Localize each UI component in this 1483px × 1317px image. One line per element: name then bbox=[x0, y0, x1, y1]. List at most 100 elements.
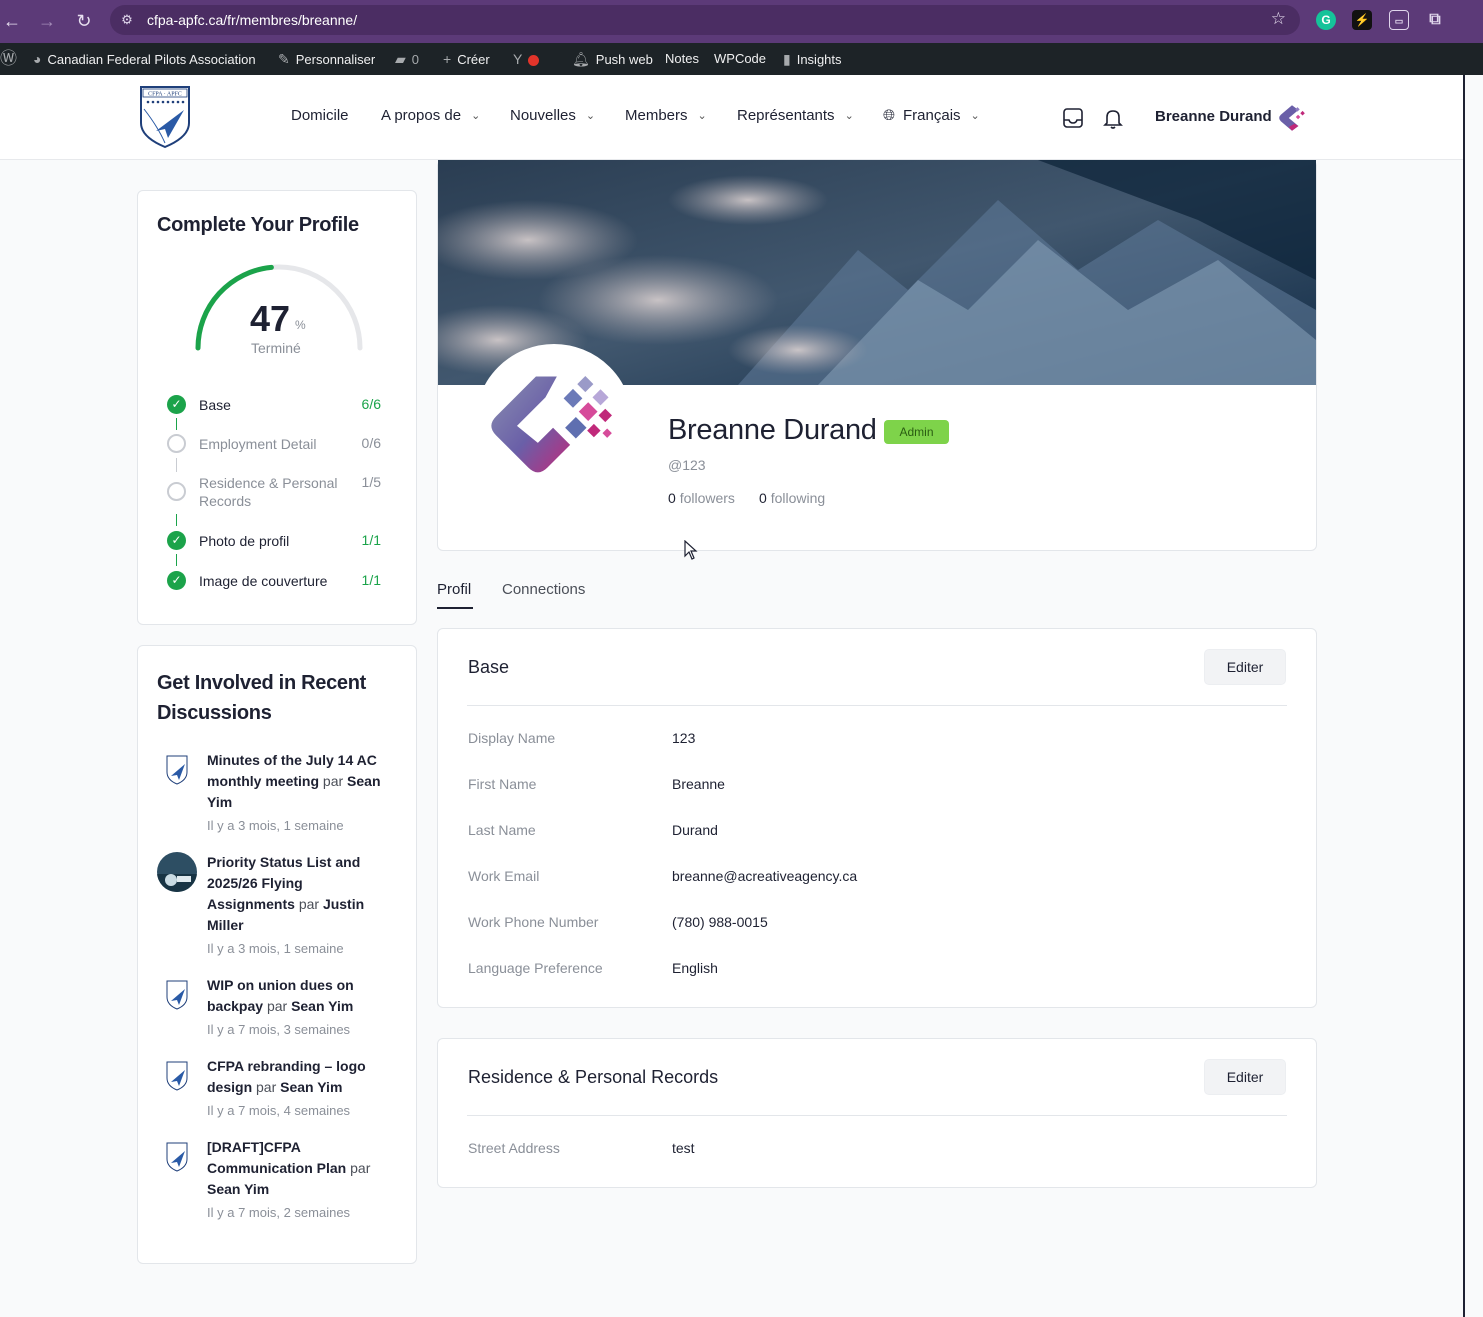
section-divider bbox=[467, 1115, 1287, 1116]
browser-toolbar: ← → ↻ ⚙ cfpa-apfc.ca/fr/membres/breanne/… bbox=[0, 0, 1483, 43]
tab-connections[interactable]: Connections bbox=[502, 581, 585, 598]
wp-push-web[interactable]: 🔔︎ Push web bbox=[572, 43, 653, 75]
seo-status-dot bbox=[528, 55, 540, 67]
followers-count[interactable]: 0 followers bbox=[668, 490, 735, 506]
nav-domicile[interactable]: Domicile bbox=[291, 107, 349, 124]
progress-step-residence[interactable]: Residence & Personal Records 1/5 bbox=[167, 472, 387, 512]
profile-handle: @123 bbox=[668, 457, 706, 473]
tab-profil[interactable]: Profil bbox=[437, 581, 471, 598]
edit-base-button[interactable]: Editer bbox=[1204, 649, 1286, 685]
progress-step-cover[interactable]: ✓ Image de couverture 1/1 bbox=[167, 570, 387, 592]
discussion-time: Il y a 3 mois, 1 semaine bbox=[207, 941, 344, 956]
following-count[interactable]: 0 following bbox=[759, 490, 825, 506]
notification-bell-icon[interactable] bbox=[1102, 107, 1124, 129]
profile-avatar[interactable] bbox=[475, 344, 633, 502]
discussion-time: Il y a 3 mois, 1 semaine bbox=[207, 818, 344, 833]
discussion-item[interactable]: CFPA rebranding – logo design par Sean Y… bbox=[157, 1056, 397, 1126]
field-value: Durand bbox=[672, 822, 718, 838]
nav-nouvelles[interactable]: Nouvelles ⌄ bbox=[510, 107, 595, 124]
chevron-down-icon: ⌄ bbox=[585, 110, 596, 122]
wp-customize[interactable]: ✎ Personnaliser bbox=[278, 43, 375, 75]
url-text[interactable]: cfpa-apfc.ca/fr/membres/breanne/ bbox=[147, 12, 357, 28]
field-label: First Name bbox=[468, 776, 537, 792]
reload-icon[interactable]: ↻ bbox=[72, 9, 96, 33]
address-bar[interactable]: ⚙ cfpa-apfc.ca/fr/membres/breanne/ ☆ bbox=[110, 5, 1300, 35]
field-label: Street Address bbox=[468, 1140, 560, 1156]
wordpress-logo-icon[interactable]: Ⓦ bbox=[0, 43, 23, 75]
chevron-down-icon: ⌄ bbox=[970, 110, 980, 122]
discussion-title[interactable]: Priority Status List and 2025/26 Flying … bbox=[207, 852, 392, 936]
progress-step-photo[interactable]: ✓ Photo de profil 1/1 bbox=[167, 530, 387, 552]
residence-section-card bbox=[437, 1038, 1317, 1188]
bookmark-star-icon[interactable]: ☆ bbox=[1271, 9, 1286, 29]
discussion-time: Il y a 7 mois, 4 semaines bbox=[207, 1103, 351, 1118]
chevron-down-icon: ⌄ bbox=[844, 110, 854, 122]
header-user-name[interactable]: Breanne Durand bbox=[1155, 108, 1272, 125]
cfpa-logo-thumb bbox=[157, 750, 197, 790]
discussion-time: Il y a 7 mois, 3 semaines bbox=[207, 1022, 351, 1037]
field-value: test bbox=[672, 1140, 695, 1156]
cfpa-logo[interactable]: CFPA · APFC bbox=[138, 85, 192, 149]
bell-icon: 🔔︎ bbox=[572, 51, 590, 67]
wp-insights[interactable]: ▮ Insights bbox=[783, 43, 842, 75]
work-email-link[interactable]: breanne@acreativeagency.ca bbox=[672, 868, 857, 884]
edit-residence-button[interactable]: Editer bbox=[1204, 1059, 1286, 1095]
active-tab-indicator bbox=[437, 607, 473, 609]
discussion-author-avatar bbox=[157, 852, 197, 892]
field-label: Last Name bbox=[468, 822, 536, 838]
discussion-item[interactable]: Priority Status List and 2025/26 Flying … bbox=[157, 852, 397, 962]
forward-arrow-icon[interactable]: → bbox=[35, 9, 59, 33]
nav-a-propos[interactable]: A propos de ⌄ bbox=[381, 107, 480, 124]
discussion-item[interactable]: WIP on union dues on backpay par Sean Yi… bbox=[157, 975, 397, 1045]
page-scrollbar[interactable] bbox=[1463, 75, 1483, 1317]
progress-step-employment[interactable]: Employment Detail 0/6 bbox=[167, 433, 387, 455]
step-connector bbox=[176, 418, 177, 430]
field-value: English bbox=[672, 960, 718, 976]
discussion-item[interactable]: Minutes of the July 14 AC monthly meetin… bbox=[157, 750, 397, 840]
field-label: Work Phone Number bbox=[468, 914, 599, 930]
nav-members[interactable]: Members ⌄ bbox=[625, 107, 707, 124]
progress-percent-sign: % bbox=[295, 318, 306, 332]
svg-text:CFPA · APFC: CFPA · APFC bbox=[148, 92, 182, 98]
extensions-puzzle-icon[interactable]: ⧉ bbox=[1425, 10, 1445, 30]
residence-section-title: Residence & Personal Records bbox=[468, 1067, 719, 1087]
field-value: 123 bbox=[672, 730, 696, 746]
wp-wpcode[interactable]: WPCode bbox=[714, 43, 766, 75]
bolt-extension-icon[interactable]: ⚡ bbox=[1352, 10, 1372, 30]
wp-notes[interactable]: Notes bbox=[665, 43, 699, 75]
discussion-item[interactable]: [DRAFT]CFPA Communication Plan par Sean … bbox=[157, 1137, 397, 1227]
wp-comments[interactable]: ▰ 0 bbox=[395, 43, 419, 75]
base-section-card bbox=[437, 628, 1317, 1008]
inbox-icon[interactable] bbox=[1062, 107, 1084, 129]
field-value: (780) 988-0015 bbox=[672, 914, 768, 930]
step-connector bbox=[176, 554, 177, 566]
step-connector bbox=[176, 458, 177, 472]
progress-step-base[interactable]: ✓ Base 6/6 bbox=[167, 394, 387, 416]
extension-icon[interactable]: ▭ bbox=[1389, 10, 1409, 30]
nav-language[interactable]: 🌐︎ Français ⌄ bbox=[883, 107, 980, 124]
progress-status: Terminé bbox=[251, 340, 301, 356]
discussions-title: Get Involved in Recent Discussions bbox=[157, 672, 367, 724]
mouse-cursor-icon bbox=[684, 540, 698, 560]
back-arrow-icon[interactable]: ← bbox=[0, 9, 24, 33]
empty-circle-icon bbox=[167, 434, 186, 453]
wp-site-name[interactable]: ◕ Canadian Federal Pilots Association bbox=[33, 43, 256, 75]
discussion-title[interactable]: Minutes of the July 14 AC monthly meetin… bbox=[207, 750, 392, 813]
wp-new[interactable]: + Créer bbox=[443, 43, 490, 75]
yoast-seo-icon[interactable]: Y bbox=[513, 43, 540, 75]
nav-representants[interactable]: Représentants ⌄ bbox=[737, 107, 854, 124]
chevron-down-icon: ⌄ bbox=[697, 110, 707, 122]
discussion-title[interactable]: [DRAFT]CFPA Communication Plan par Sean … bbox=[207, 1137, 392, 1200]
base-section-title: Base bbox=[468, 657, 510, 677]
header-avatar[interactable] bbox=[1276, 102, 1308, 134]
grammarly-extension-icon[interactable]: G bbox=[1316, 10, 1336, 30]
site-settings-icon[interactable]: ⚙ bbox=[118, 11, 136, 29]
cfpa-logo-thumb bbox=[157, 1137, 197, 1177]
discussion-title[interactable]: CFPA rebranding – logo design par Sean Y… bbox=[207, 1056, 392, 1098]
field-value: Breanne bbox=[672, 776, 725, 792]
discussion-title[interactable]: WIP on union dues on backpay par Sean Yi… bbox=[207, 975, 392, 1017]
comment-icon: ▰ bbox=[395, 51, 406, 67]
profile-name: Breanne Durand bbox=[668, 414, 877, 446]
plus-icon: + bbox=[443, 51, 452, 67]
field-label: Work Email bbox=[468, 868, 540, 884]
